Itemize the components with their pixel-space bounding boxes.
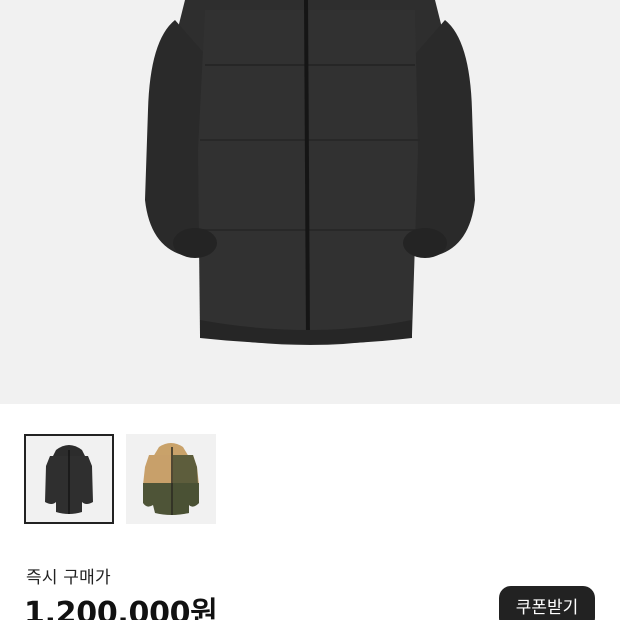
instant-purchase-price-label: 즉시 구매가 (26, 568, 111, 588)
black-jacket-thumbnail-image (45, 445, 93, 514)
black-jacket-image (145, 0, 475, 345)
thumbnail-list (24, 434, 216, 524)
product-main-image[interactable] (0, 0, 620, 404)
tan-olive-jacket-thumbnail-image (143, 443, 199, 515)
get-coupon-button[interactable]: 쿠폰받기 (499, 586, 595, 620)
thumbnail-black-jacket[interactable] (24, 434, 114, 524)
thumbnail-tan-olive-jacket[interactable] (126, 434, 216, 524)
instant-purchase-price: 1,200,000원 (24, 596, 218, 620)
